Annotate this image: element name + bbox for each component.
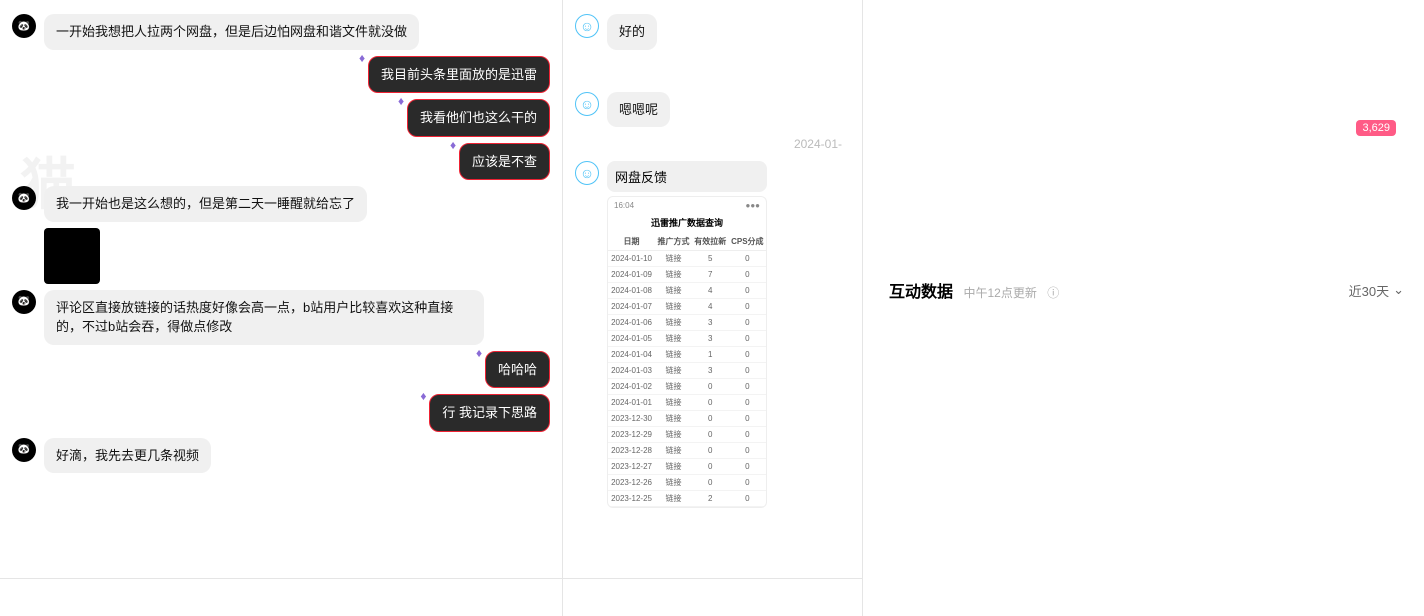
input-toolbar-left — [0, 578, 562, 616]
y-axis — [889, 50, 925, 226]
table-row: 2024-01-07链接40 — [608, 299, 766, 315]
table-row: 2023-12-26链接00 — [608, 475, 766, 491]
message-bubble[interactable]: 好滴，我先去更几条视频 — [44, 438, 211, 474]
message-row: ☺ 好的 — [575, 14, 850, 50]
analytics-tabs — [889, 0, 1404, 36]
message-row: 应该是不查♦ — [12, 143, 550, 181]
avatar: ☺ — [575, 14, 599, 38]
avatar: ☺ — [575, 92, 599, 116]
table-row: 2024-01-09链接70 — [608, 267, 766, 283]
message-row: 我看他们也这么干的♦ — [12, 99, 550, 137]
embedded-screenshot[interactable]: 16:04●●●迅雷推广数据查询日期推广方式有效拉新CPS分成2024-01-1… — [607, 196, 767, 508]
message-bubble[interactable]: 好的 — [607, 14, 657, 50]
table-row: 2024-01-05链接30 — [608, 331, 766, 347]
message-list-left: 🐼 一开始我想把人拉两个网盘，但是后边怕网盘和谐文件就没做我目前头条里面放的是迅雷… — [0, 0, 562, 578]
chat-pane-left: 猫 🐼一开始我想把人拉两个网盘，但是后边怕网盘和谐文件就没做我目前头条里面放的是… — [0, 0, 563, 616]
table-row: 2023-12-28链接00 — [608, 443, 766, 459]
message-row: 🐼 一开始我想把人拉两个网盘，但是后边怕网盘和谐文件就没做 — [12, 14, 550, 50]
table-row: 2024-01-01链接00 — [608, 395, 766, 411]
table-row: 2024-01-02链接00 — [608, 379, 766, 395]
table-row: 2024-01-03链接30 — [608, 363, 766, 379]
message-row: 我目前头条里面放的是迅雷♦ — [12, 56, 550, 94]
table-row: 2024-01-04链接10 — [608, 347, 766, 363]
avatar: 🐼 — [12, 186, 36, 210]
message-bubble[interactable]: 应该是不查♦ — [459, 143, 550, 181]
message-row: ☺ 网盘反馈 16:04●●●迅雷推广数据查询日期推广方式有效拉新CPS分成2024… — [575, 161, 850, 508]
message-bubble[interactable]: 嗯嗯呢 — [607, 92, 670, 128]
avatar: 🐼 — [12, 438, 36, 462]
table-row: 2024-01-08链接40 — [608, 283, 766, 299]
embed-title: 迅雷推广数据查询 — [608, 214, 766, 233]
table-row: 2023-12-30链接00 — [608, 411, 766, 427]
avatar: 🐼 — [12, 290, 36, 314]
gem-icon: ♦ — [450, 136, 456, 154]
message-bubble[interactable]: 一开始我想把人拉两个网盘，但是后边怕网盘和谐文件就没做 — [44, 14, 419, 50]
line-plot — [929, 50, 1404, 525]
message-row: 行 我记录下思路♦ — [12, 394, 550, 432]
message-row: 🐼 我一开始也是这么想的，但是第二天一睡醒就给忘了 — [12, 186, 550, 284]
table-row: 2024-01-10链接50 — [608, 251, 766, 267]
message-list-middle: ☺ 好的 ☺ 嗯嗯呢 2024-01- ☺ 网盘反馈 16:04●●●迅雷推广数据查询日期推广… — [563, 0, 862, 578]
table-row: 2023-12-29链接00 — [608, 427, 766, 443]
table-row: 2023-12-27链接00 — [608, 459, 766, 475]
message-row: 哈哈哈♦ — [12, 351, 550, 389]
message-bubble[interactable]: 我看他们也这么干的♦ — [407, 99, 550, 137]
gem-icon: ♦ — [420, 387, 426, 405]
message-row: 🐼 评论区直接放链接的话热度好像会高一点，b站用户比较喜欢这种直接的，不过b站会吞… — [12, 290, 550, 345]
table-row: 2023-12-25链接20 — [608, 491, 766, 507]
avatar: ☺ — [575, 161, 599, 185]
message-bubble[interactable]: 哈哈哈♦ — [485, 351, 550, 389]
message-bubble[interactable]: 网盘反馈 — [607, 161, 767, 192]
message-bubble[interactable]: 行 我记录下思路♦ — [429, 394, 550, 432]
message-row: ☺ 嗯嗯呢 — [575, 92, 850, 128]
analytics-panel: 3,629 互动数据 中午12点更新 ⓘ 近30天 ⌄ — [863, 0, 1424, 616]
input-toolbar-middle — [563, 578, 862, 616]
gem-icon: ♦ — [476, 344, 482, 362]
gem-icon: ♦ — [359, 49, 365, 67]
avatar: 🐼 — [12, 14, 36, 38]
chat-pane-middle: ☺ 好的 ☺ 嗯嗯呢 2024-01- ☺ 网盘反馈 16:04●●●迅雷推广数据查询日期推广… — [563, 0, 863, 616]
table-row: 2024-01-06链接30 — [608, 315, 766, 331]
message-bubble[interactable]: 我一开始也是这么想的，但是第二天一睡醒就给忘了 — [44, 186, 367, 222]
trend-chart: 3,629 — [889, 50, 1404, 250]
gem-icon: ♦ — [398, 92, 404, 110]
message-row: 🐼 好滴，我先去更几条视频 — [12, 438, 550, 474]
message-bubble[interactable]: 评论区直接放链接的话热度好像会高一点，b站用户比较喜欢这种直接的，不过b站会吞，… — [44, 290, 484, 345]
message-image[interactable] — [44, 228, 100, 284]
message-bubble[interactable]: 我目前头条里面放的是迅雷♦ — [368, 56, 550, 94]
date-separator: 2024-01- — [575, 133, 850, 155]
